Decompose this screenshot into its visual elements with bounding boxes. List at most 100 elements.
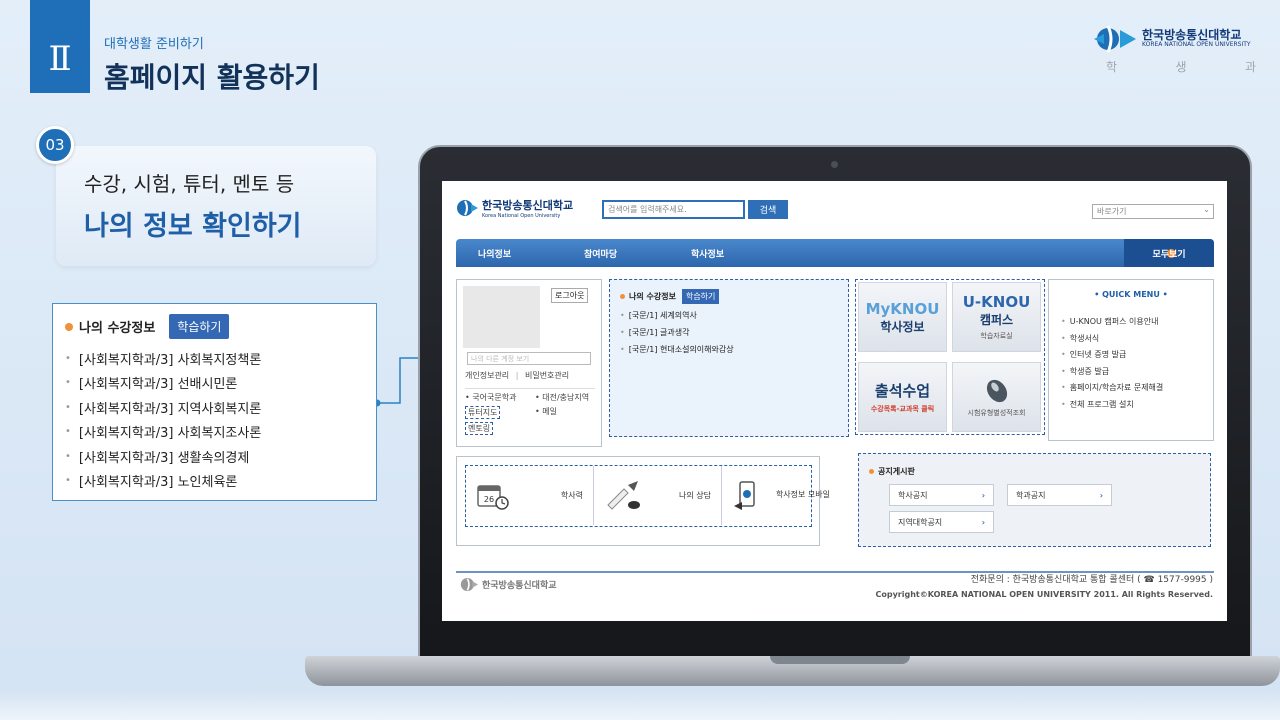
list-item[interactable]: [사회복지학과/3] 사회복지조사론	[65, 420, 261, 445]
site-logo[interactable]: 한국방송통신대학교 Korea National Open University	[456, 197, 573, 219]
mentor-link[interactable]: 멘토링	[465, 422, 494, 435]
nav-item-academic[interactable]: 학사정보	[691, 247, 724, 260]
footer-copyright: Copyright©KOREA NATIONAL OPEN UNIVERSITY…	[875, 590, 1214, 599]
list-item[interactable]: [국문/1] 현대소설의이해와감상	[620, 344, 734, 361]
list-item[interactable]: [사회복지학과/3] 노인체육론	[65, 469, 261, 494]
logout-button[interactable]: 로그아웃	[551, 288, 589, 303]
dept-link[interactable]: • 국어국문학과	[465, 392, 516, 403]
logo-emblem-icon	[1094, 25, 1136, 53]
uknou-tile[interactable]: U-KNOU 캠퍼스 학습자료실	[952, 282, 1041, 352]
course-info-panel: 나의 수강정보 학습하기 [국문/1] 세계의역사 [국문/1] 글과생각 [국…	[609, 279, 849, 437]
privacy-link[interactable]: 개인정보관리	[465, 371, 509, 380]
footer-logo: 한국방송통신대학교	[460, 577, 557, 592]
list-item[interactable]: 전체 프로그램 설치	[1061, 399, 1163, 416]
exam-tiny: 시험유형별성적조회	[967, 408, 1026, 417]
myknou-title: MyKNOU	[865, 299, 940, 318]
bullet-dot-icon	[869, 469, 874, 474]
site-logo-text: 한국방송통신대학교	[482, 199, 574, 212]
notice-header: 공지게시판	[869, 466, 915, 477]
profile-photo	[463, 286, 540, 348]
logo-sub: 학 생 과	[1106, 58, 1256, 75]
main-nav: 나의정보 참여마당 학사정보 모두보기	[456, 239, 1214, 267]
list-item[interactable]: [사회복지학과/3] 사회복지정책론	[65, 346, 261, 371]
quick-menu-list: U-KNOU 캠퍼스 이용안내 학생서식 인터넷 증명 발급 학생증 발급 홈페…	[1061, 316, 1164, 416]
mouse-icon	[986, 379, 1007, 402]
notice-region-button[interactable]: 지역대학공지 ›	[889, 511, 994, 533]
course-list: [사회복지학과/3] 사회복지정책론 [사회복지학과/3] 선배시민론 [사회복…	[65, 346, 261, 493]
view-all-button[interactable]: 모두보기	[1124, 239, 1214, 267]
calendar-icon: 26	[477, 484, 509, 510]
notice-board: 공지게시판 학사공지 › 학과공지 › 지역대학공지 ›	[858, 453, 1211, 547]
study-button[interactable]: 학습하기	[169, 314, 230, 339]
step-badge: 03	[36, 126, 74, 164]
uknou-tiny: 학습자료실	[980, 332, 1013, 340]
course-info-callout: 나의 수강정보 학습하기 [사회복지학과/3] 사회복지정책론 [사회복지학과/…	[52, 303, 377, 501]
counsel-shortcut[interactable]: 나의 상담	[594, 466, 722, 525]
tutor-link[interactable]: 튜터지도	[465, 406, 501, 419]
list-item[interactable]: [국문/1] 세계의역사	[620, 310, 734, 327]
exam-tile[interactable]: 시험유형별성적조회	[952, 362, 1041, 432]
course-list: [국문/1] 세계의역사 [국문/1] 글과생각 [국문/1] 현대소설의이해와…	[620, 310, 734, 361]
logo-english: KOREA NATIONAL OPEN UNIVERSITY	[1142, 41, 1251, 48]
laptop-screen: 한국방송통신대학교 Korea National Open University…	[442, 181, 1227, 621]
region-link[interactable]: • 대전/충남지역	[535, 392, 589, 403]
notice-dept-button[interactable]: 학과공지 ›	[1007, 484, 1112, 506]
link-divider: |	[515, 371, 519, 380]
mobile-shortcut[interactable]: 학사정보 모바일	[722, 466, 840, 525]
footer-logo-icon	[460, 577, 478, 592]
attendance-tiny: 수강목록-교과목 클릭	[870, 405, 935, 413]
bullet-dot-icon	[65, 322, 73, 331]
search-button[interactable]: 검색	[748, 200, 788, 219]
search-input[interactable]: 검색어를 입력해주세요.	[602, 200, 745, 219]
calendar-shortcut[interactable]: 26 학사력	[466, 466, 594, 525]
list-item[interactable]: [사회복지학과/3] 지역사회복지론	[65, 395, 261, 420]
camera-icon	[831, 161, 838, 168]
attendance-title: 출석수업	[874, 382, 931, 400]
list-item[interactable]: [사회복지학과/3] 선배시민론	[65, 371, 261, 396]
quick-link-label: 바로가기	[1097, 207, 1127, 216]
callout-heading: 나의 수강정보	[79, 321, 156, 336]
calendar-number: 26	[484, 495, 494, 504]
list-item[interactable]: 홈페이지/학습자료 문제해결	[1061, 382, 1164, 399]
site-logo-sub: Korea National Open University	[482, 213, 561, 219]
nav-item-participation[interactable]: 참여마당	[584, 247, 617, 260]
mail-link[interactable]: • 메일	[535, 406, 557, 417]
service-tiles: MyKNOU 학사정보 U-KNOU 캠퍼스 학습자료실 출석수업 수강목록-교…	[855, 279, 1045, 435]
quick-menu: • QUICK MENU • U-KNOU 캠퍼스 이용안내 학생서식 인터넷 …	[1048, 279, 1214, 441]
section-subtitle: 대학생활 준비하기	[104, 37, 204, 52]
quick-link-select[interactable]: 바로가기 ⌄	[1092, 204, 1214, 219]
account-select[interactable]: 나의 다른 계정 보기	[467, 352, 591, 365]
notice-academic-button[interactable]: 학사공지 ›	[889, 484, 994, 506]
site-logo-icon	[457, 200, 478, 216]
step-caption: 수강, 시험, 튜터, 멘토 등	[84, 172, 295, 196]
attendance-tile[interactable]: 출석수업 수강목록-교과목 클릭	[858, 362, 947, 432]
mobile-phone-icon	[734, 480, 755, 510]
chevron-right-icon: ›	[1099, 490, 1103, 500]
logo-sub-char: 과	[1244, 60, 1256, 74]
course-header: 나의 수강정보 학습하기	[620, 289, 720, 304]
list-item[interactable]: [국문/1] 글과생각	[620, 327, 734, 344]
password-link[interactable]: 비밀번호관리	[525, 371, 569, 380]
study-button[interactable]: 학습하기	[681, 289, 720, 304]
divider	[465, 388, 595, 389]
university-logo: 한국방송통신대학교 KOREA NATIONAL OPEN UNIVERSITY…	[1090, 22, 1260, 82]
myknou-tile[interactable]: MyKNOU 학사정보	[858, 282, 947, 352]
logo-sub-char: 생	[1175, 60, 1187, 74]
list-item[interactable]: 학생서식	[1061, 333, 1163, 350]
uknou-title: U-KNOU	[962, 293, 1031, 311]
list-item[interactable]: 인터넷 증명 발급	[1061, 349, 1163, 366]
chevron-right-icon: ›	[981, 517, 985, 527]
list-item[interactable]: U-KNOU 캠퍼스 이용안내	[1061, 316, 1163, 333]
nav-item-my-info[interactable]: 나의정보	[478, 247, 511, 260]
counsel-label: 나의 상담	[679, 491, 711, 500]
myknou-sub: 학사정보	[880, 319, 925, 334]
page-title: 홈페이지 활용하기	[104, 61, 320, 94]
pen-icon	[607, 480, 640, 510]
chevron-down-icon: ⌄	[1203, 205, 1210, 214]
view-all-label: 모두보기	[1152, 250, 1186, 260]
list-item[interactable]: 학생증 발급	[1061, 366, 1163, 383]
list-item[interactable]: [사회복지학과/3] 생활속의경제	[65, 444, 261, 469]
section-number: Ⅱ	[30, 0, 90, 93]
footer-contact: 전화문의 : 한국방송통신대학교 통합 콜센터 ( ☎ 1577-9995 )	[970, 575, 1213, 585]
step-heading: 나의 정보 확인하기	[84, 211, 302, 242]
